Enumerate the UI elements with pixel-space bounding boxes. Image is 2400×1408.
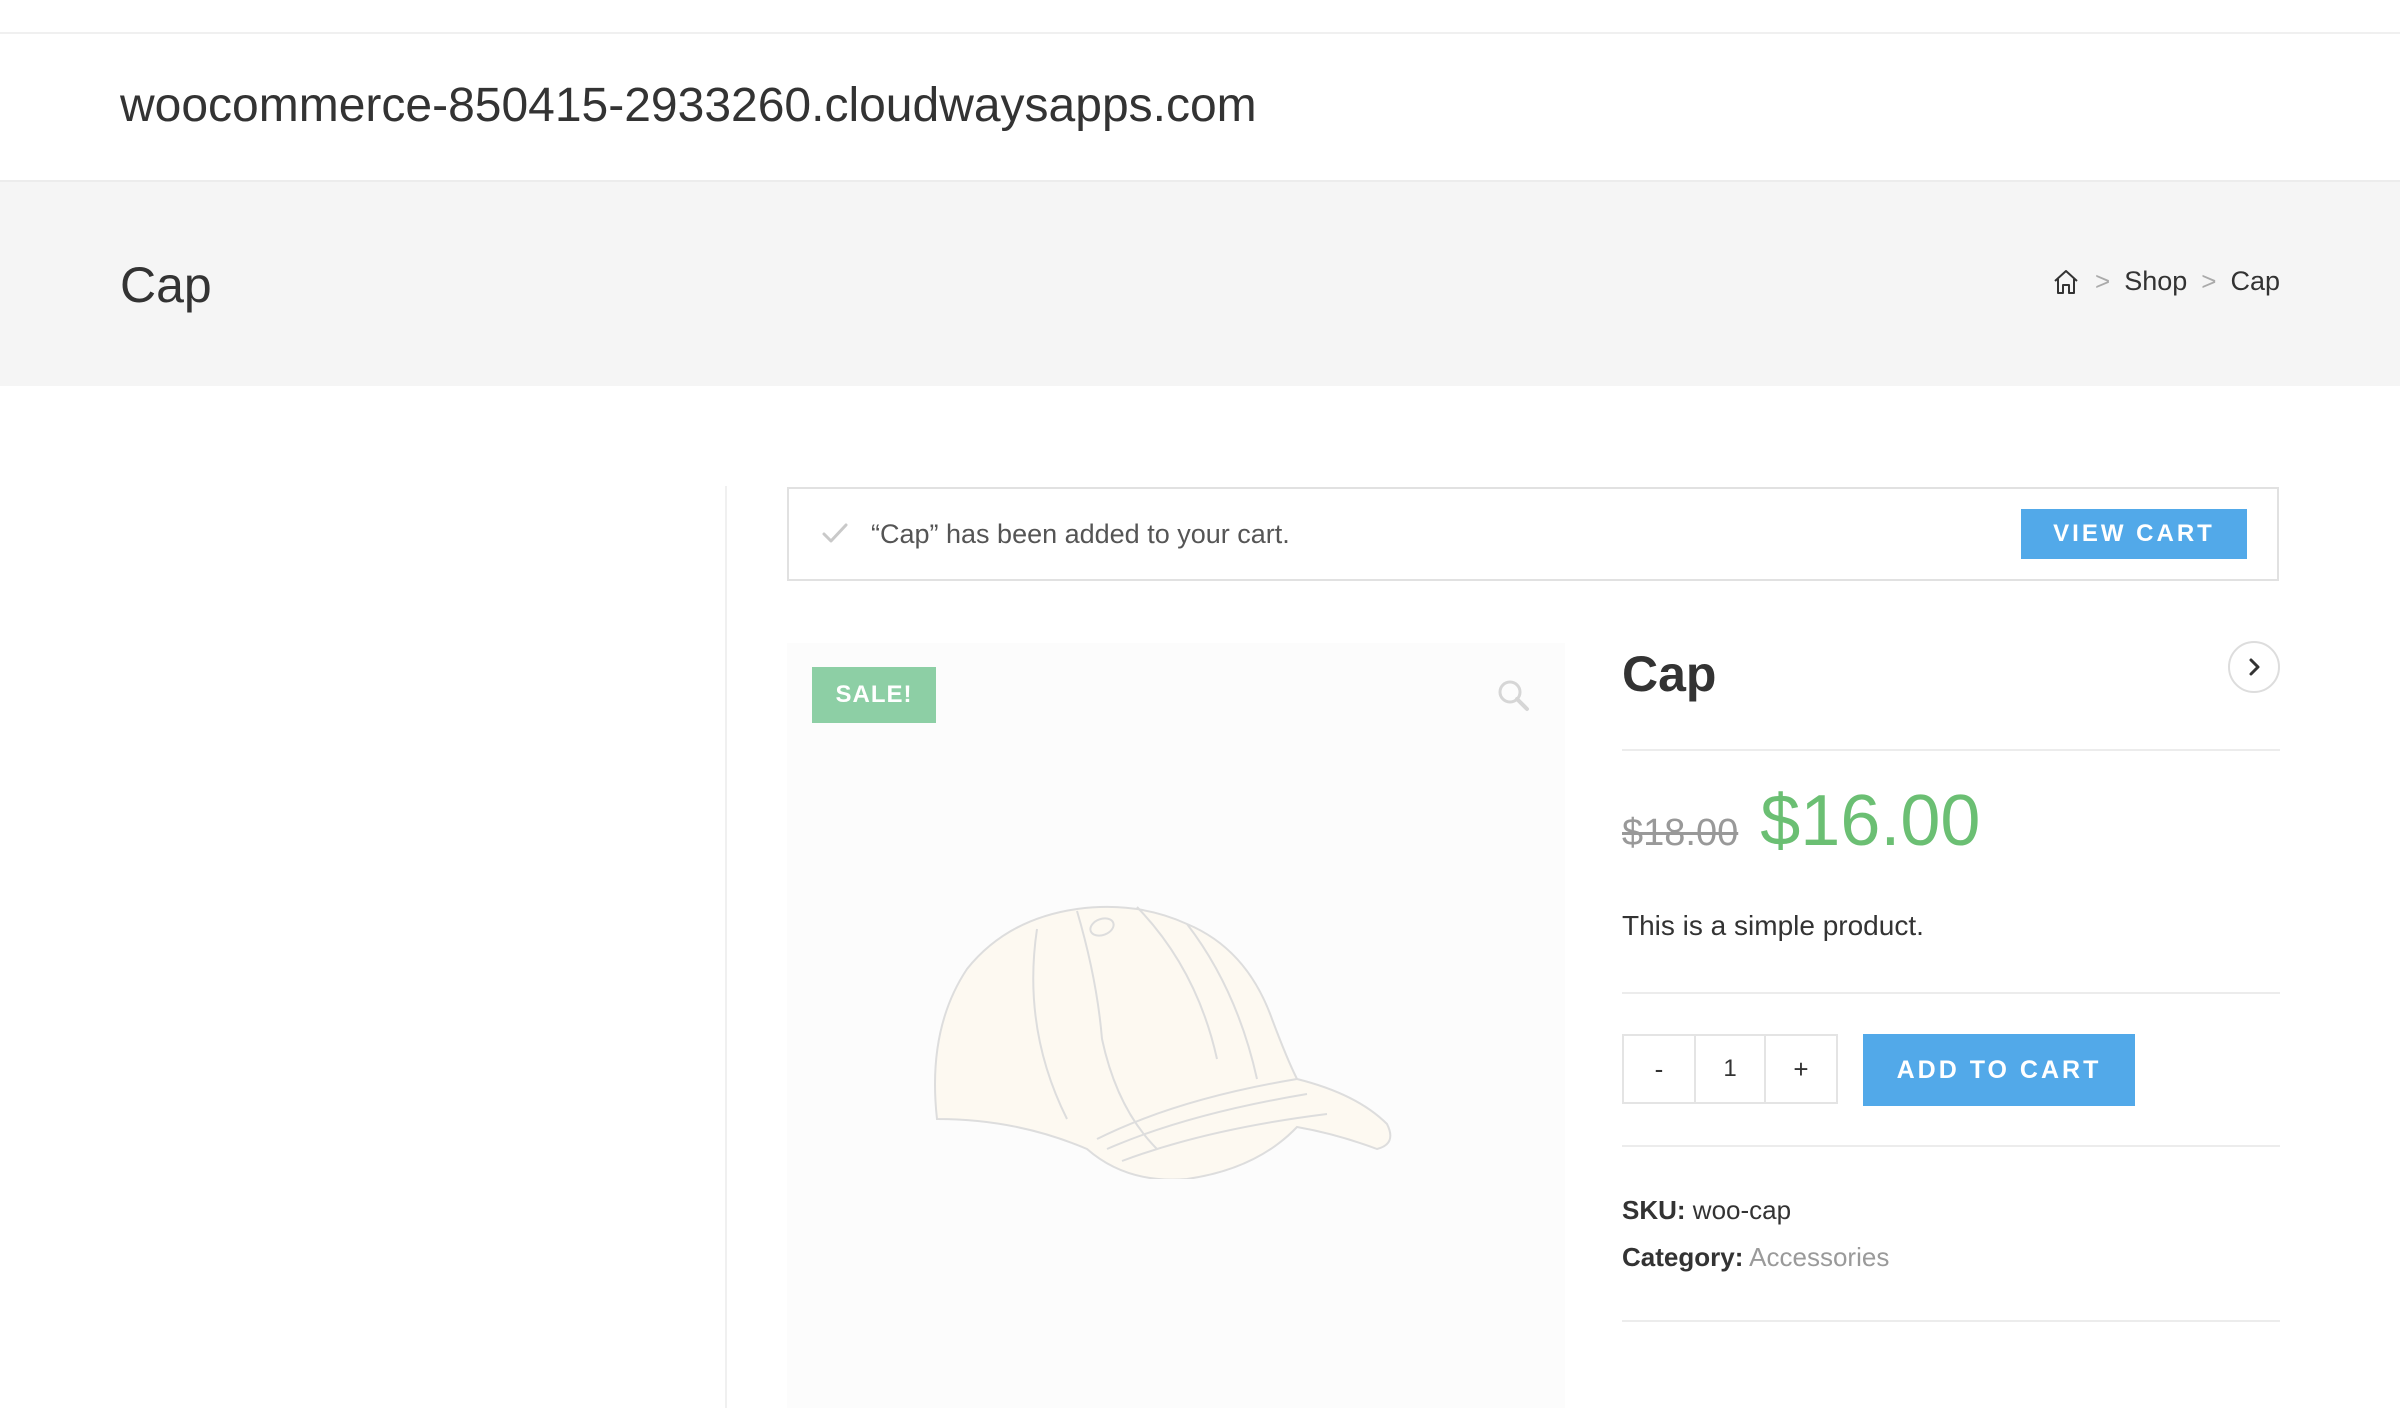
breadcrumb-separator: > — [2201, 266, 2217, 296]
sku-label: SKU: — [1622, 1195, 1686, 1225]
quantity-input[interactable]: 1 — [1694, 1036, 1766, 1102]
add-to-cart-button[interactable]: ADD TO CART — [1863, 1034, 2135, 1106]
next-product-button[interactable] — [2228, 641, 2280, 693]
sidebar-divider — [725, 486, 727, 1408]
divider — [1622, 992, 2280, 994]
notice-message: “Cap” has been added to your cart. — [871, 519, 1290, 549]
page-title: Cap — [120, 257, 212, 313]
breadcrumb-item-current: Cap — [2230, 266, 2280, 296]
breadcrumb-separator: > — [2095, 266, 2111, 296]
regular-price: $18.00 — [1622, 812, 1739, 854]
category-label: Category: — [1622, 1242, 1744, 1272]
view-cart-button[interactable]: VIEW CART — [2021, 509, 2247, 559]
site-header: woocommerce-850415-2933260.cloudwaysapps… — [0, 34, 2400, 182]
site-title[interactable]: woocommerce-850415-2933260.cloudwaysapps… — [120, 78, 1257, 133]
cap-image[interactable] — [927, 879, 1407, 1179]
product-price: $18.00 $16.00 — [1622, 780, 1980, 862]
quantity-minus-button[interactable]: - — [1624, 1036, 1694, 1102]
magnifier-icon[interactable] — [1495, 677, 1531, 713]
sku-value: woo-cap — [1692, 1195, 1792, 1225]
sale-badge: SALE! — [812, 667, 936, 723]
cart-notice: “Cap” has been added to your cart. VIEW … — [787, 487, 2279, 581]
page-header: Cap > Shop > Cap — [0, 182, 2400, 386]
chevron-right-icon — [2249, 658, 2260, 676]
divider — [1622, 1320, 2280, 1322]
divider — [1622, 749, 2280, 751]
quantity-plus-button[interactable]: + — [1766, 1036, 1836, 1102]
divider — [1622, 1145, 2280, 1147]
product-gallery: SALE! — [787, 643, 1565, 1408]
home-icon[interactable] — [2051, 267, 2081, 297]
quantity-stepper: - 1 + — [1622, 1034, 1838, 1104]
sku-row: SKU: woo-cap — [1622, 1195, 1791, 1226]
short-description: This is a simple product. — [1622, 910, 1924, 941]
sale-price: $16.00 — [1760, 781, 1981, 861]
check-icon — [819, 517, 851, 549]
top-strip — [0, 0, 2400, 34]
product-title: Cap — [1622, 646, 1717, 702]
breadcrumb: > Shop > Cap — [2051, 266, 2280, 297]
category-link[interactable]: Accessories — [1749, 1242, 1889, 1272]
category-row: Category: Accessories — [1622, 1242, 1889, 1273]
breadcrumb-item-shop[interactable]: Shop — [2124, 266, 2187, 297]
